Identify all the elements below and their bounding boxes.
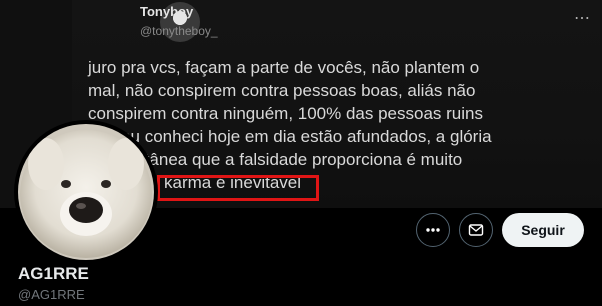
tweet-menu-icon: ⋯ bbox=[574, 10, 590, 27]
tweet-author-name: Tonyboy bbox=[140, 4, 194, 19]
profile-avatar[interactable] bbox=[18, 124, 154, 260]
mail-icon bbox=[468, 224, 484, 236]
tweet-line: mal, não conspirem contra pessoas boas, … bbox=[88, 81, 476, 100]
tweet-text: juro pra vcs, façam a parte de vocês, nã… bbox=[88, 56, 598, 194]
follow-button[interactable]: Seguir bbox=[502, 213, 584, 247]
tweet-line: momentânea que a falsidade proporciona é… bbox=[88, 150, 463, 169]
tweet-line: que eu conheci hoje em dia estão afundad… bbox=[88, 127, 492, 146]
tweet-line: juro pra vcs, façam a parte de vocês, nã… bbox=[88, 58, 480, 77]
more-horizontal-icon bbox=[426, 228, 440, 232]
dog-photo bbox=[18, 124, 154, 260]
highlight-box bbox=[157, 175, 319, 201]
tweet-author-handle: @tonytheboy_ bbox=[140, 24, 218, 38]
more-options-button[interactable] bbox=[416, 213, 450, 247]
tweet-line: conspirem contra ninguém, 100% das pesso… bbox=[88, 104, 483, 123]
message-button[interactable] bbox=[459, 213, 493, 247]
profile-display-name: AG1RRE bbox=[18, 264, 89, 283]
profile-username: @AG1RRE bbox=[18, 287, 85, 302]
